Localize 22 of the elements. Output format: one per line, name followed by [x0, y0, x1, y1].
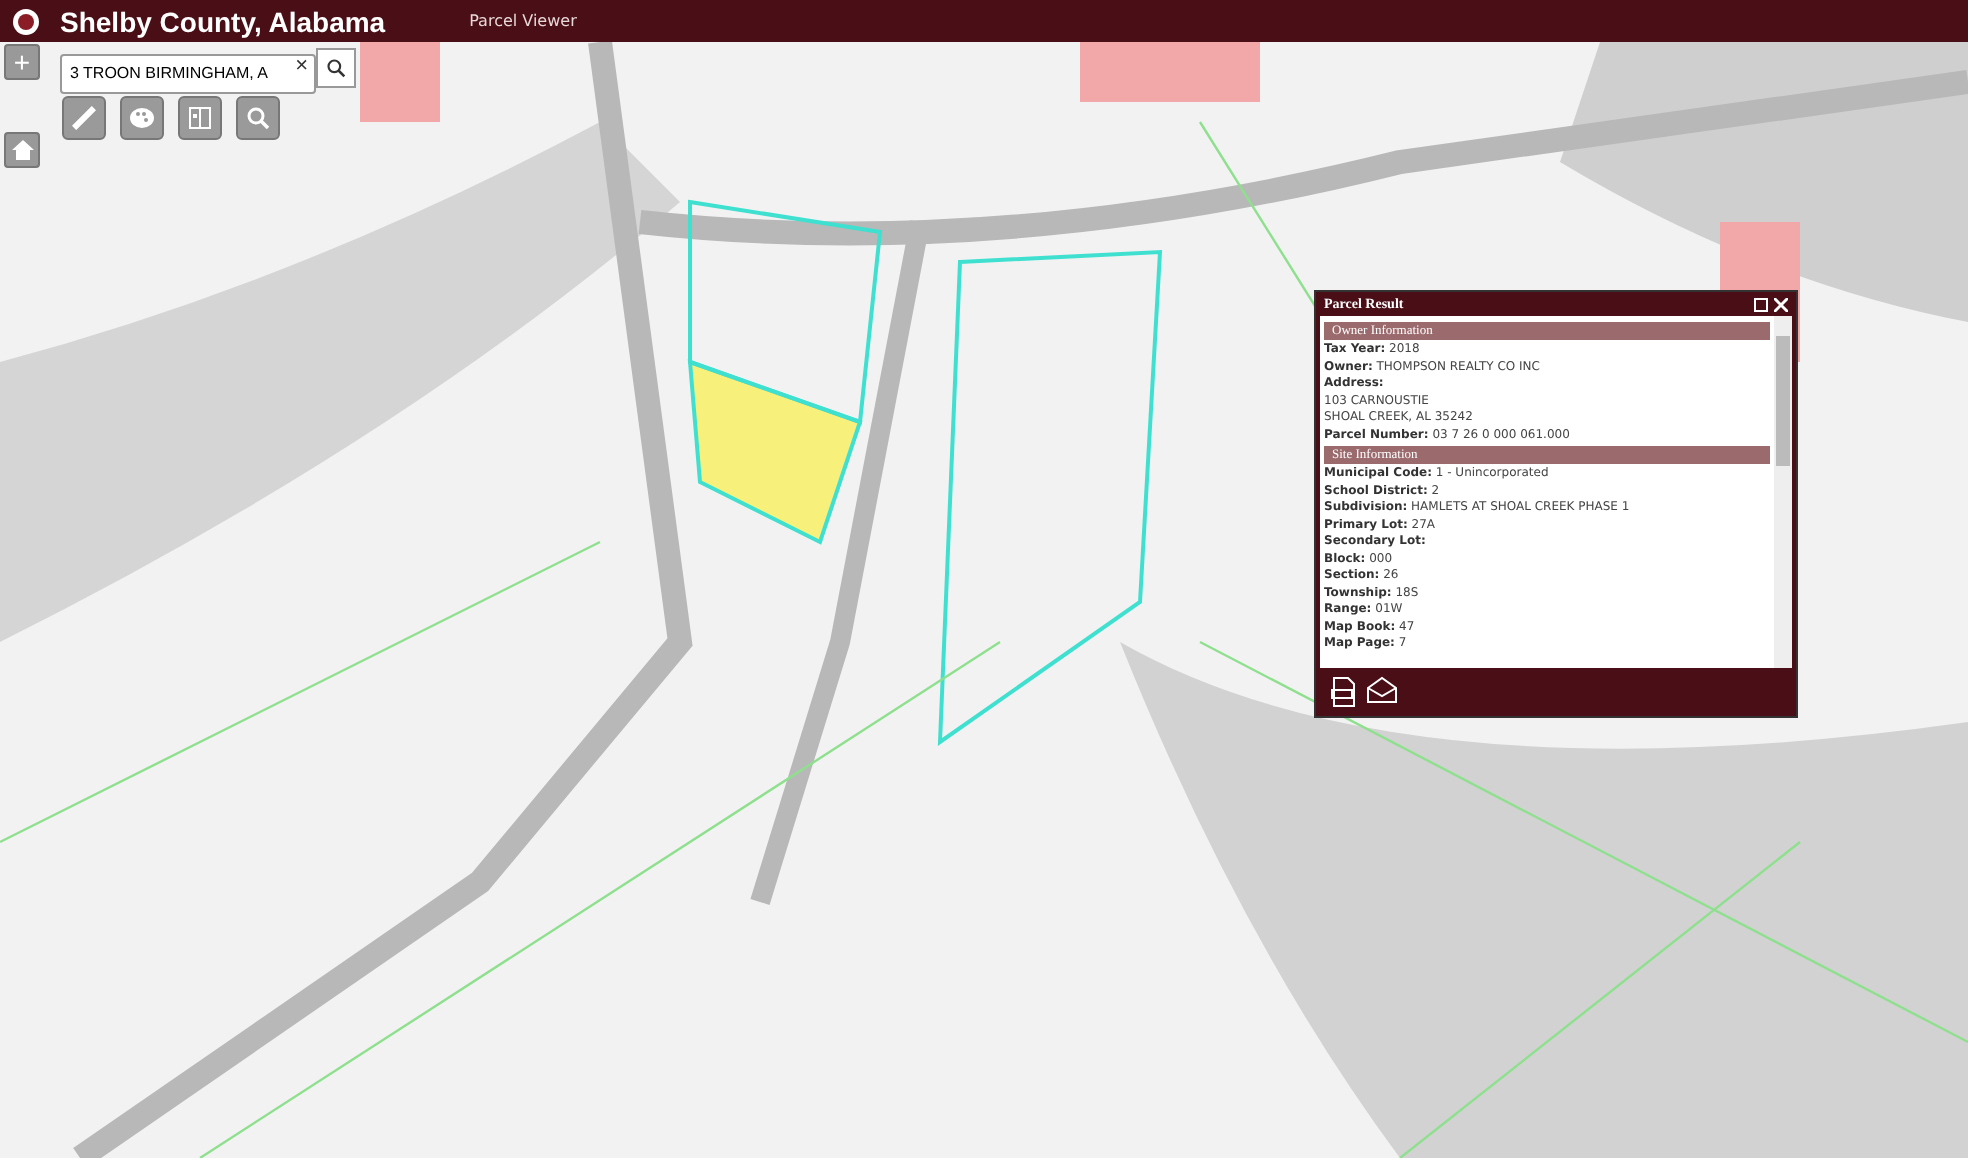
mail-button[interactable]	[1366, 676, 1398, 708]
palette-icon	[130, 108, 154, 128]
search-button[interactable]	[316, 48, 356, 88]
home-icon	[11, 140, 33, 160]
app-title: Shelby County, Alabama	[60, 5, 386, 37]
mail-icon	[1366, 676, 1398, 704]
maximize-icon[interactable]	[1754, 297, 1768, 311]
layers-tool-button[interactable]	[178, 96, 222, 140]
close-icon[interactable]	[1774, 297, 1788, 311]
document-button[interactable]	[1328, 676, 1360, 708]
search-tool-button[interactable]	[236, 96, 280, 140]
logo-icon	[12, 7, 40, 35]
search-icon	[326, 58, 346, 78]
clear-button[interactable]: ×	[291, 54, 312, 78]
ruler-tool-button[interactable]	[62, 96, 106, 140]
search-icon	[246, 106, 270, 130]
scrollbar-thumb[interactable]	[1776, 336, 1790, 466]
palette-tool-button[interactable]	[120, 96, 164, 140]
app-subtitle: Parcel Viewer	[469, 12, 577, 30]
home-button[interactable]	[4, 132, 40, 168]
split-panel-icon	[188, 106, 212, 130]
document-icon	[1330, 676, 1358, 708]
